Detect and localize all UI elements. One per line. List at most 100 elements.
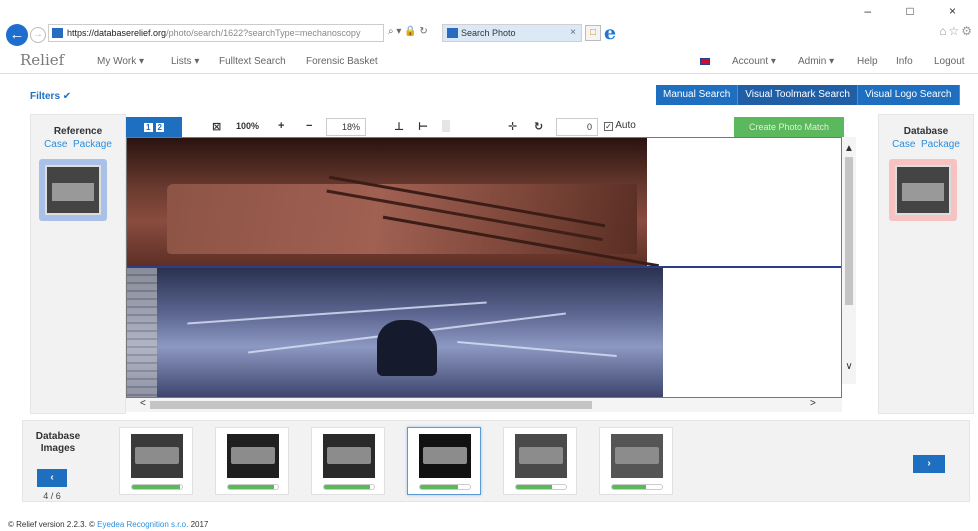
tab-visual-toolmark-search[interactable]: Visual Toolmark Search bbox=[738, 85, 858, 105]
database-thumbnail[interactable] bbox=[889, 159, 957, 221]
reference-case-link[interactable]: Case bbox=[44, 139, 67, 150]
database-images-strip: Database Images ‹ 4 / 6 › bbox=[22, 420, 970, 502]
relief-logo[interactable]: Relief bbox=[20, 51, 64, 69]
auto-label: Auto bbox=[615, 120, 636, 131]
reference-package-link[interactable]: Package bbox=[73, 139, 112, 150]
language-flag-icon[interactable] bbox=[700, 58, 710, 65]
horizontal-scroll-thumb[interactable] bbox=[150, 401, 592, 409]
db-thumbnail-image bbox=[323, 434, 375, 478]
nav-account[interactable]: Account ▾ bbox=[732, 56, 776, 67]
zoom-value-field[interactable]: 18% bbox=[326, 118, 366, 136]
zoom-in-button[interactable]: + bbox=[278, 120, 284, 132]
match-score-bar bbox=[515, 484, 567, 490]
address-bar[interactable]: https://databaserelief.org/photo/search/… bbox=[48, 24, 384, 42]
reference-title: Reference bbox=[53, 126, 103, 137]
match-score-bar bbox=[131, 484, 183, 490]
url-path: /photo/search/1622?searchType=mechanosco… bbox=[166, 28, 361, 38]
address-tools[interactable]: ⌕ ▾ 🔒 ↻ bbox=[388, 26, 428, 37]
match-score-fill bbox=[132, 485, 180, 489]
toolmark-scratch bbox=[187, 301, 487, 325]
database-panel: Database Case Package bbox=[878, 114, 974, 414]
move-icon[interactable]: ✛ bbox=[508, 120, 517, 133]
viewer-toolbar: 1 2 ⊠ 100% + − 18% ⊥ ⊢ ▒ ✛ ↻ 0 ✓ Auto Cr… bbox=[126, 117, 844, 137]
tab-manual-search[interactable]: Manual Search bbox=[656, 85, 739, 105]
rotation-value-field[interactable]: 0 bbox=[556, 118, 598, 136]
nav-my-work[interactable]: My Work ▾ bbox=[97, 56, 144, 67]
match-score-fill bbox=[324, 485, 370, 489]
window-controls[interactable]: – □ × bbox=[864, 4, 972, 18]
nav-admin[interactable]: Admin ▾ bbox=[798, 56, 834, 67]
rotate-icon[interactable]: ↻ bbox=[534, 120, 543, 133]
database-image bbox=[895, 165, 951, 215]
align-left-icon[interactable]: ⊢ bbox=[418, 120, 428, 133]
site-favicon-icon bbox=[52, 28, 63, 38]
footer-year: 2017 bbox=[190, 520, 209, 529]
nav-help[interactable]: Help bbox=[857, 56, 878, 67]
db-thumbnail-6[interactable] bbox=[599, 427, 673, 495]
match-score-fill bbox=[612, 485, 646, 489]
footer-version: © Relief version 2.2.3. © bbox=[8, 520, 95, 529]
nav-fulltext-search[interactable]: Fulltext Search bbox=[219, 56, 286, 67]
db-thumbnail-4[interactable] bbox=[407, 427, 481, 495]
scroll-down-icon[interactable]: ∨ bbox=[842, 361, 856, 372]
footer: © Relief version 2.2.3. © Eyedea Recogni… bbox=[8, 520, 208, 529]
scroll-up-icon[interactable]: ▲ bbox=[842, 143, 856, 154]
comparison-viewport[interactable] bbox=[126, 137, 842, 398]
vertical-scroll-thumb[interactable] bbox=[845, 157, 853, 305]
back-arrow-icon[interactable]: ← bbox=[6, 24, 28, 46]
reference-thumbnail[interactable] bbox=[39, 159, 107, 221]
database-links: Case Package bbox=[879, 139, 973, 150]
app-navbar: Relief My Work ▾ Lists ▾ Fulltext Search… bbox=[0, 48, 978, 74]
auto-checkbox[interactable]: ✓ bbox=[604, 122, 613, 131]
browser-tab[interactable]: Search Photo × bbox=[442, 24, 582, 42]
database-case-link[interactable]: Case bbox=[892, 139, 915, 150]
page-2-button[interactable]: 2 bbox=[155, 122, 164, 132]
database-package-link[interactable]: Package bbox=[921, 139, 960, 150]
nav-info[interactable]: Info bbox=[896, 56, 913, 67]
scroll-left-icon[interactable]: < bbox=[140, 398, 146, 409]
forward-arrow-icon[interactable]: → bbox=[30, 27, 46, 43]
reference-panel: Reference Case Package bbox=[30, 114, 126, 414]
zoom-100-button[interactable]: 100% bbox=[236, 121, 259, 131]
browser-logo-icon: e bbox=[604, 22, 617, 44]
database-title: Database bbox=[903, 126, 949, 137]
fit-screen-icon[interactable]: ⊠ bbox=[212, 120, 221, 133]
vertical-scrollbar[interactable]: ▲ ∨ bbox=[842, 137, 856, 384]
db-thumbnail-image bbox=[611, 434, 663, 478]
footer-company-link[interactable]: Eyedea Recognition s.r.o. bbox=[97, 520, 188, 529]
db-thumbnail-2[interactable] bbox=[215, 427, 289, 495]
nav-logout[interactable]: Logout bbox=[934, 56, 965, 67]
grid-icon[interactable]: ▒ bbox=[442, 120, 450, 132]
tab-close-icon[interactable]: × bbox=[570, 25, 576, 41]
next-page-button[interactable]: › bbox=[913, 455, 945, 473]
database-images-label: Database Images bbox=[35, 431, 81, 454]
nav-lists[interactable]: Lists ▾ bbox=[171, 56, 199, 67]
match-score-bar bbox=[611, 484, 663, 490]
db-thumbnail-image bbox=[419, 434, 471, 478]
db-thumbnail-1[interactable] bbox=[119, 427, 193, 495]
search-mode-tabs: Manual Search Visual Toolmark Search Vis… bbox=[656, 85, 960, 105]
scroll-right-icon[interactable]: > bbox=[810, 398, 816, 409]
tab-title: Search Photo bbox=[461, 28, 516, 38]
page-toggle[interactable]: 1 2 bbox=[126, 117, 182, 137]
reference-links: Case Package bbox=[31, 139, 125, 150]
db-thumbnail-image bbox=[131, 434, 183, 478]
zoom-out-button[interactable]: − bbox=[306, 120, 312, 132]
filters-toggle[interactable]: Filters ✔ bbox=[30, 91, 71, 102]
tab-visual-logo-search[interactable]: Visual Logo Search bbox=[857, 85, 960, 105]
align-bottom-icon[interactable]: ⊥ bbox=[394, 120, 404, 133]
auto-option[interactable]: ✓ Auto bbox=[604, 120, 636, 131]
favorites-icons[interactable]: ⌂☆⚙ bbox=[939, 24, 974, 38]
match-score-bar bbox=[323, 484, 375, 490]
db-thumbnail-3[interactable] bbox=[311, 427, 385, 495]
create-photo-match-button[interactable]: Create Photo Match bbox=[734, 117, 844, 137]
horizontal-scrollbar[interactable]: < > bbox=[126, 398, 842, 412]
new-tab-button[interactable]: □ bbox=[585, 25, 601, 41]
db-thumbnail-5[interactable] bbox=[503, 427, 577, 495]
toolmark-scratch bbox=[457, 341, 617, 357]
reference-toolmark-image bbox=[127, 138, 647, 266]
url-host: https://databaserelief.org bbox=[67, 28, 167, 38]
page-1-button[interactable]: 1 bbox=[144, 122, 153, 132]
prev-page-button[interactable]: ‹ bbox=[37, 469, 67, 487]
nav-forensic-basket[interactable]: Forensic Basket bbox=[306, 56, 378, 67]
